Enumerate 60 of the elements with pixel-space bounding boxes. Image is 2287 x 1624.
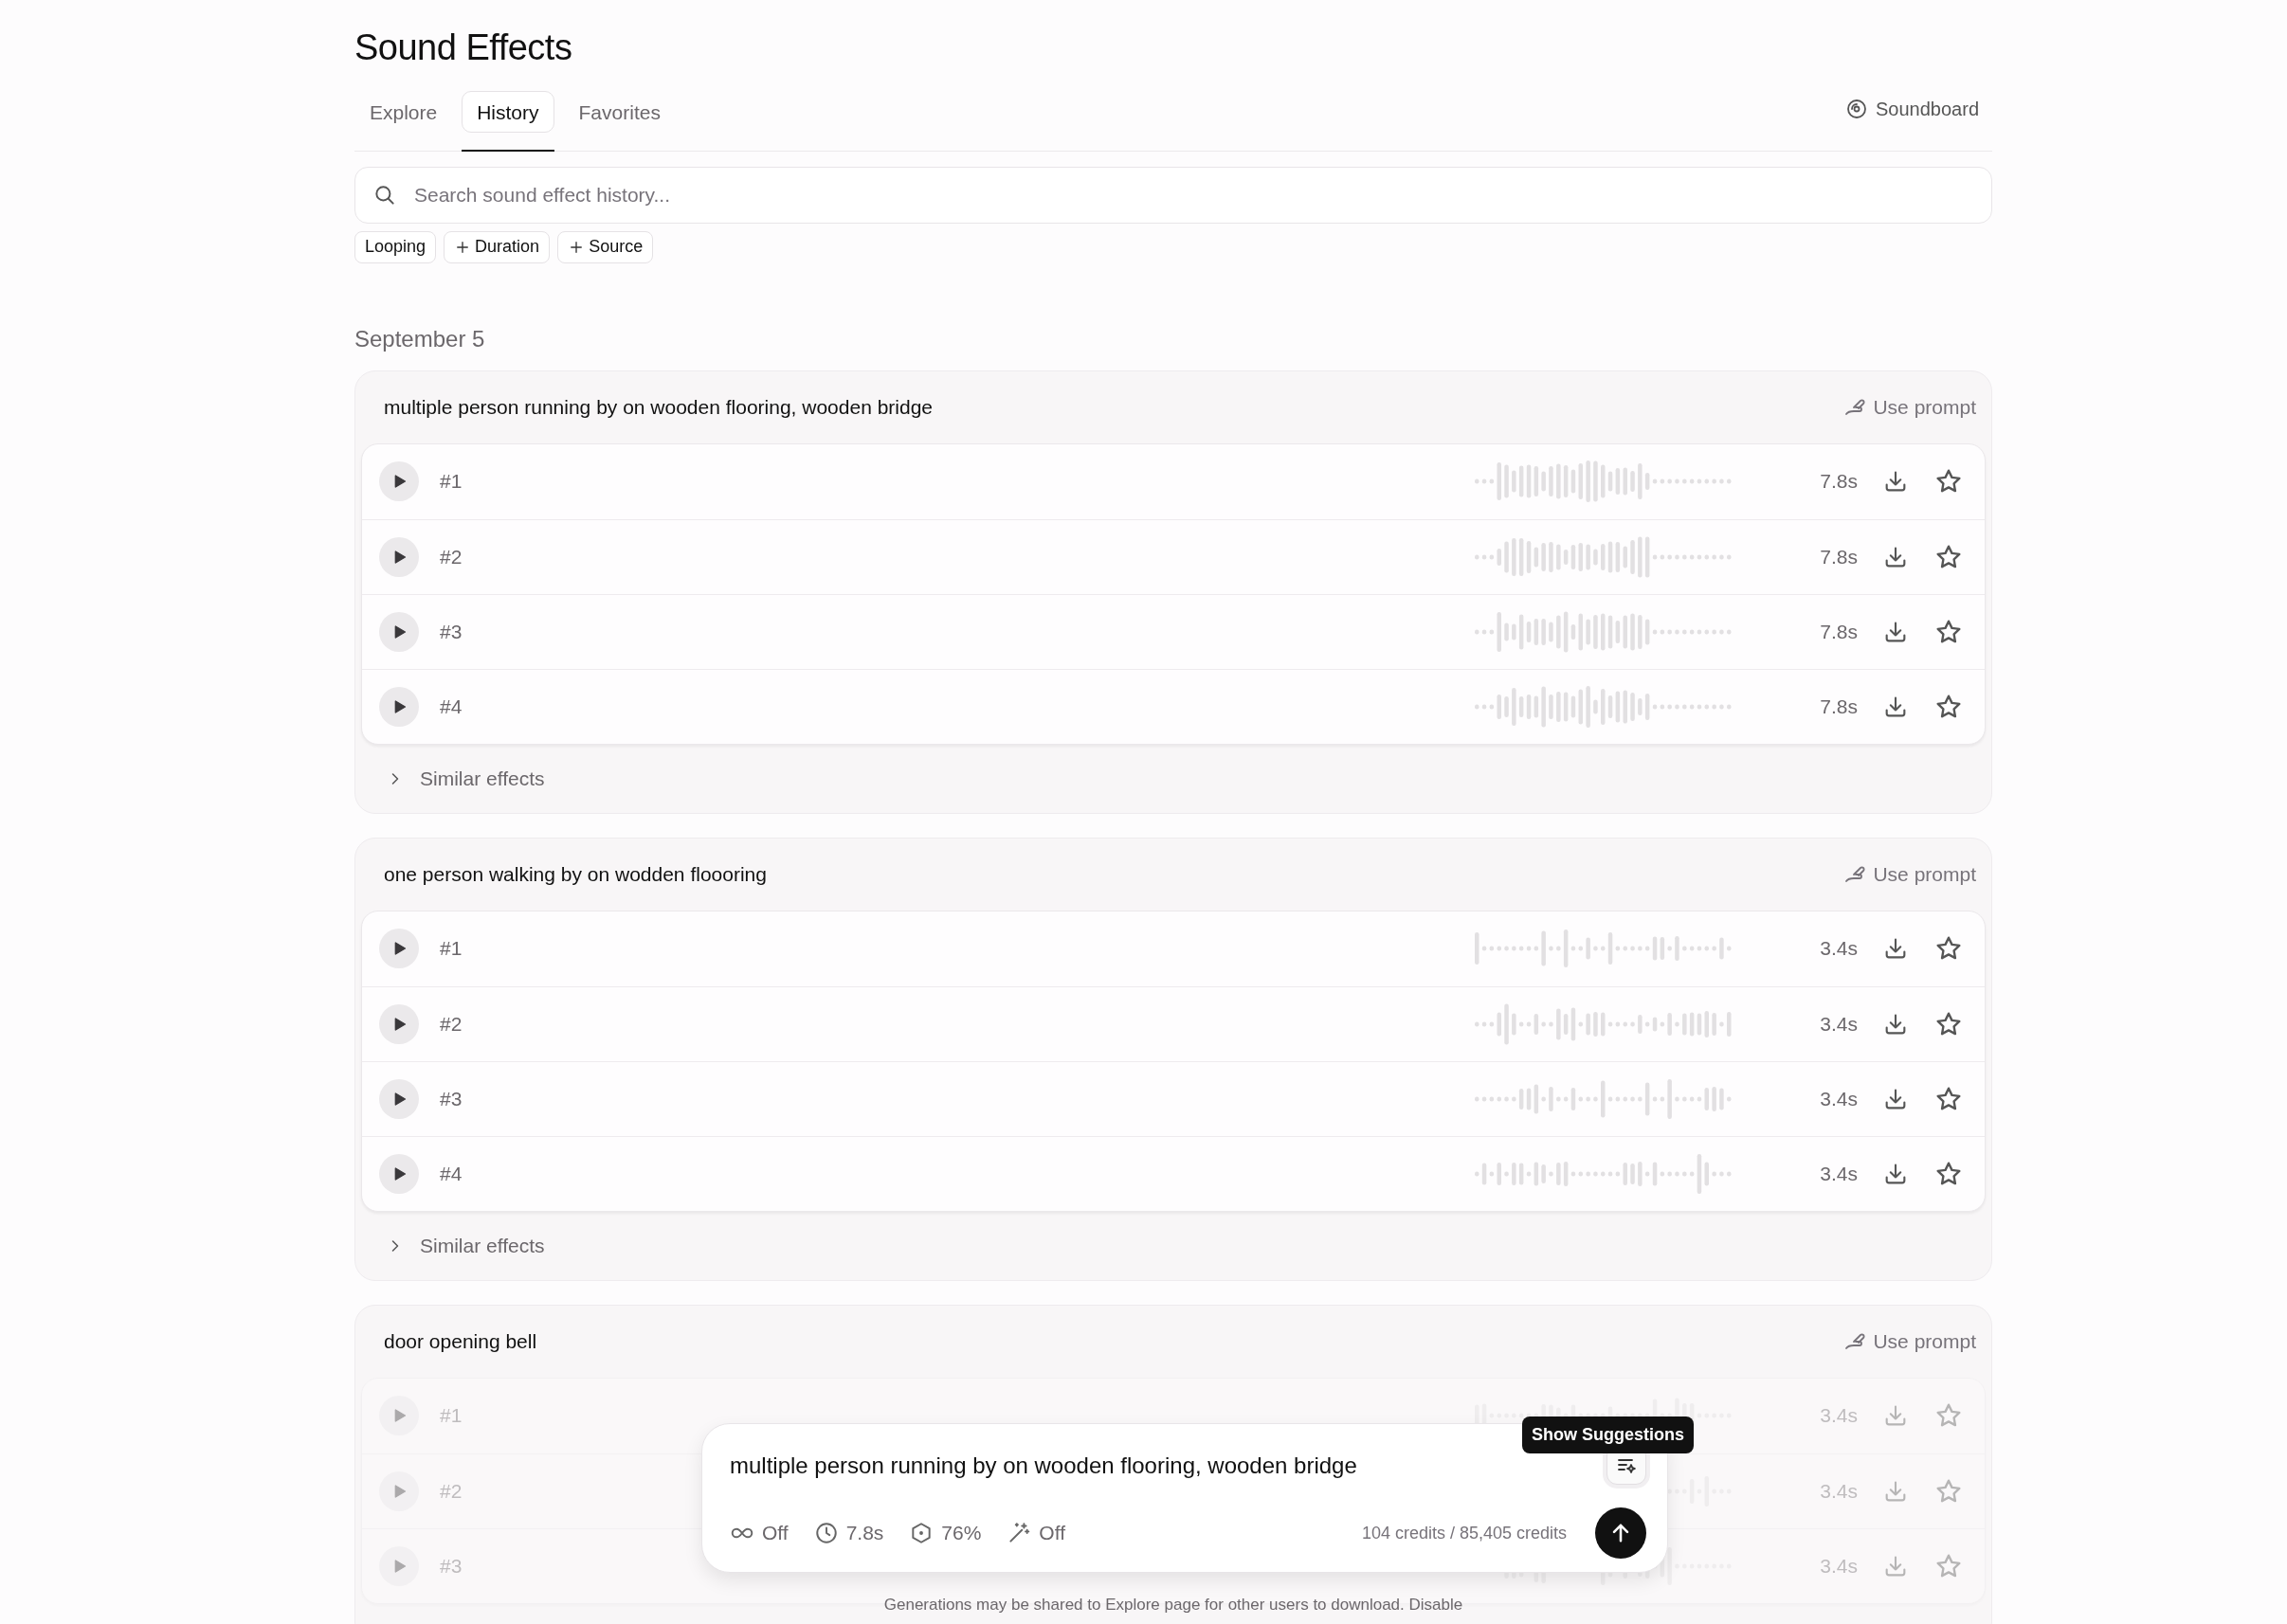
setting-button[interactable]: 76%	[909, 1518, 982, 1548]
variant-label: #4	[440, 694, 463, 719]
duration-text: 3.4s	[1819, 1011, 1858, 1037]
clock-icon	[813, 1521, 839, 1545]
duration-text: 3.4s	[1819, 936, 1858, 962]
play-button[interactable]	[379, 1078, 419, 1119]
tab[interactable]: Explore	[354, 90, 453, 152]
filter-chip[interactable]: Looping	[354, 230, 437, 263]
setting-button[interactable]: Off	[1007, 1518, 1065, 1548]
disc-icon	[1845, 97, 1868, 120]
play-button[interactable]	[379, 461, 419, 502]
duration-text: 3.4s	[1819, 1553, 1858, 1579]
play-button[interactable]	[379, 1003, 419, 1044]
duration-text: 3.4s	[1819, 1086, 1858, 1111]
setting-button[interactable]: 7.8s	[813, 1518, 884, 1548]
setting-button[interactable]: Off	[730, 1518, 789, 1548]
variant-label: #1	[440, 1403, 463, 1429]
filter-chip[interactable]: Duration	[444, 230, 551, 263]
use-prompt-button[interactable]: Use prompt	[1842, 391, 1976, 423]
play-button[interactable]	[379, 536, 419, 577]
similar-effects-toggle[interactable]: Similar effects	[361, 744, 545, 813]
variant-label: #3	[440, 1553, 463, 1579]
duration-text: 7.8s	[1819, 619, 1858, 644]
disable-link[interactable]: Disable	[1408, 1595, 1463, 1614]
variant-label: #1	[440, 936, 463, 962]
play-button[interactable]	[379, 611, 419, 652]
play-button[interactable]	[379, 1153, 419, 1194]
variant-label: #4	[440, 1161, 463, 1186]
variant-label: #1	[440, 469, 463, 495]
magic-wand-icon	[1007, 1521, 1032, 1545]
variant-label: #2	[440, 1478, 463, 1504]
use-prompt-button[interactable]: Use prompt	[1842, 1326, 1976, 1357]
variant-label: #3	[440, 619, 463, 644]
footer-note: Generations may be shared to Explore page for other users to download. Disable	[882, 1594, 1464, 1615]
duration-text: 3.4s	[1819, 1403, 1858, 1429]
tooltip: Show Suggestions	[1522, 1416, 1694, 1453]
tab[interactable]: Favorites	[563, 90, 676, 152]
date-heading: September 5	[354, 324, 486, 353]
use-prompt-button[interactable]: Use prompt	[1842, 858, 1976, 890]
variant-label: #3	[440, 1086, 463, 1111]
soundboard-button[interactable]: Soundboard	[1832, 90, 1992, 127]
play-button[interactable]	[379, 929, 419, 969]
page-title: Sound Effects	[354, 27, 573, 69]
duration-text: 7.8s	[1819, 694, 1858, 719]
filter-chip[interactable]: Source	[557, 230, 654, 263]
prompt-text: multiple person running by on wooden flooring, wooden bridge	[384, 394, 934, 420]
similar-effects-toggle[interactable]: Similar effects	[361, 1211, 545, 1280]
prompt-text: door opening bell	[384, 1328, 537, 1354]
credits-text: 104 credits / 85,405 credits	[1361, 1522, 1567, 1544]
play-button[interactable]	[379, 686, 419, 727]
send-button[interactable]	[1595, 1507, 1646, 1559]
search-input[interactable]: Search sound effect history...	[412, 178, 1974, 211]
duration-text: 7.8s	[1819, 469, 1858, 495]
search-field[interactable]: Search sound effect history...	[354, 166, 1992, 224]
duration-text: 3.4s	[1819, 1161, 1858, 1186]
variant-label: #2	[440, 1011, 463, 1037]
duration-text: 3.4s	[1819, 1478, 1858, 1504]
duration-text: 7.8s	[1819, 544, 1858, 569]
variant-label: #2	[440, 544, 463, 569]
prompt-text: one person walking by on wodden floooring	[384, 861, 767, 887]
